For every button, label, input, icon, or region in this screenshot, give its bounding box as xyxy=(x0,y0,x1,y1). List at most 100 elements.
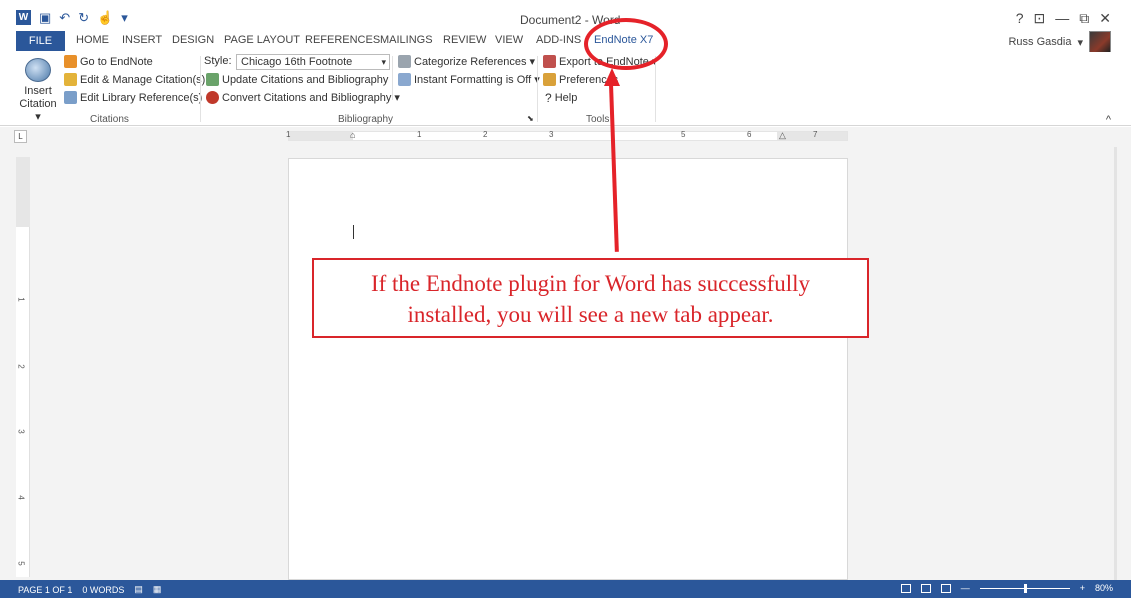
zoom-out-icon[interactable]: — xyxy=(961,583,970,593)
save-icon[interactable]: ▣ xyxy=(39,10,51,25)
group-divider xyxy=(200,56,201,122)
tab-references[interactable]: REFERENCES xyxy=(305,34,380,46)
word-count[interactable]: 0 WORDS xyxy=(82,585,124,595)
ruler-number: 6 xyxy=(747,130,752,139)
user-name[interactable]: Russ Gasdia xyxy=(1008,36,1071,48)
restore-icon[interactable]: ⧉ xyxy=(1079,10,1089,27)
group-divider xyxy=(655,56,656,122)
help-button[interactable]: ? Help xyxy=(545,91,577,105)
title-bar: W ▣ ↶ ↻ ☝ ▾ Document2 - Word ? ⊡ — ⧉ ✕ xyxy=(0,0,1131,30)
update-citations-button[interactable]: Update Citations and Bibliography xyxy=(206,73,388,86)
tab-selector-icon[interactable]: L xyxy=(14,130,27,143)
read-mode-icon[interactable] xyxy=(900,583,911,593)
convert-label: Convert Citations and Bibliography xyxy=(222,91,392,104)
ribbon-display-options-icon[interactable]: ⊡ xyxy=(1034,10,1046,27)
dialog-launcher-icon[interactable]: ⬊ xyxy=(527,114,534,123)
macro-recording-icon[interactable]: ▦ xyxy=(153,584,162,595)
web-layout-icon[interactable] xyxy=(940,583,951,593)
annotation-callout: If the Endnote plugin for Word has succe… xyxy=(312,258,869,338)
ribbon-tabs: FILE HOME INSERT DESIGN PAGE LAYOUT REFE… xyxy=(0,31,1131,53)
ruler-number: 7 xyxy=(813,130,818,139)
chevron-down-icon: ▾ xyxy=(394,92,400,104)
indent-marker-icon[interactable]: ⌂ xyxy=(350,130,355,140)
minimize-icon[interactable]: — xyxy=(1055,10,1069,27)
customize-qat-icon[interactable]: ▾ xyxy=(121,10,128,25)
edit-library-reference-button[interactable]: Edit Library Reference(s) xyxy=(64,91,202,104)
vertical-ruler[interactable]: 1 2 3 4 5 xyxy=(16,157,30,577)
proofing-icon[interactable]: ▤ xyxy=(134,584,143,595)
avatar[interactable] xyxy=(1089,31,1111,53)
insert-citation-icon xyxy=(25,58,51,82)
print-layout-icon[interactable] xyxy=(920,583,931,593)
tab-insert[interactable]: INSERT xyxy=(122,34,162,46)
right-indent-marker-icon[interactable]: △ xyxy=(779,130,786,141)
redo-icon[interactable]: ↻ xyxy=(78,10,89,25)
tab-design[interactable]: DESIGN xyxy=(172,34,214,46)
style-label: Style: xyxy=(204,55,232,67)
tab-review[interactable]: REVIEW xyxy=(443,34,486,46)
collapse-ribbon-icon[interactable]: ^ xyxy=(1106,114,1111,126)
tab-mailings[interactable]: MAILINGS xyxy=(380,34,433,46)
go-to-endnote-label: Go to EndNote xyxy=(80,55,153,68)
preferences-icon xyxy=(543,73,556,86)
endnote-ribbon: Insert Citation ▾ Go to EndNote Edit & M… xyxy=(0,52,1131,126)
help-label: Help xyxy=(554,92,578,104)
insert-citation-button[interactable]: Insert Citation ▾ xyxy=(16,58,60,124)
user-menu-caret-icon[interactable]: ▾ xyxy=(1077,36,1083,49)
tab-home[interactable]: HOME xyxy=(76,34,109,46)
citations-group-label: Citations xyxy=(90,114,129,125)
edit-manage-citations-button[interactable]: Edit & Manage Citation(s) xyxy=(64,73,205,86)
categorize-references-button[interactable]: Categorize References ▾ xyxy=(398,55,535,68)
page-count[interactable]: PAGE 1 OF 1 xyxy=(18,585,72,595)
chevron-down-icon: ▾ xyxy=(529,56,536,68)
style-dropdown-value: Chicago 16th Footnote xyxy=(241,56,353,68)
vruler-number: 3 xyxy=(16,429,26,434)
ruler-number: 1 xyxy=(286,130,291,139)
group-divider xyxy=(392,56,393,100)
zoom-slider-thumb[interactable] xyxy=(1023,583,1027,593)
insert-citation-label-2: Citation xyxy=(19,98,57,110)
chevron-down-icon: ▾ xyxy=(35,111,41,123)
go-to-endnote-button[interactable]: Go to EndNote xyxy=(64,55,153,68)
zoom-slider[interactable] xyxy=(979,583,1070,593)
horizontal-ruler[interactable]: 1 1 2 3 5 6 7 ⌂ △ xyxy=(286,130,848,141)
document-page[interactable] xyxy=(288,158,848,580)
update-label: Update Citations and Bibliography xyxy=(222,73,389,86)
vruler-number: 1 xyxy=(16,297,26,302)
zoom-in-icon[interactable]: + xyxy=(1080,583,1085,593)
vertical-scrollbar[interactable] xyxy=(1114,147,1117,580)
ruler-number: 5 xyxy=(681,130,686,139)
style-dropdown[interactable]: Chicago 16th Footnote ▾ xyxy=(236,54,390,70)
undo-icon[interactable]: ↶ xyxy=(59,10,70,25)
group-divider xyxy=(537,56,538,122)
tab-file[interactable]: FILE xyxy=(16,31,65,51)
help-icon[interactable]: ? xyxy=(1016,10,1024,27)
callout-line-1: If the Endnote plugin for Word has succe… xyxy=(370,271,811,296)
convert-icon xyxy=(206,91,219,104)
left-margin-shade xyxy=(289,132,353,140)
vruler-number: 5 xyxy=(16,561,26,566)
vruler-number: 4 xyxy=(16,495,26,500)
edit-manage-label: Edit & Manage Citation(s) xyxy=(80,73,206,86)
touch-mode-icon[interactable]: ☝ xyxy=(97,10,113,25)
tab-add-ins[interactable]: ADD-INS xyxy=(536,34,581,46)
text-cursor xyxy=(353,225,354,239)
tab-page-layout[interactable]: PAGE LAYOUT xyxy=(224,34,300,46)
right-margin-shade xyxy=(777,132,847,140)
close-icon[interactable]: ✕ xyxy=(1099,10,1111,27)
user-account[interactable]: Russ Gasdia ▾ xyxy=(1008,31,1111,53)
top-margin-shade xyxy=(16,157,30,227)
annotation-circle xyxy=(584,18,668,70)
instant-formatting-button[interactable]: Instant Formatting is Off ▾ xyxy=(398,73,540,86)
ruler-number: 2 xyxy=(483,130,488,139)
zoom-level[interactable]: 80% xyxy=(1095,583,1113,593)
tab-view[interactable]: VIEW xyxy=(495,34,523,46)
ruler-number: 3 xyxy=(549,130,554,139)
instant-formatting-icon xyxy=(398,73,411,86)
callout-line-2: installed, you will see a new tab appear… xyxy=(407,302,774,327)
convert-citations-button[interactable]: Convert Citations and Bibliography ▾ xyxy=(206,91,400,104)
question-mark-icon: ? xyxy=(545,91,552,105)
tools-group-label: Tools xyxy=(586,114,610,125)
status-bar: PAGE 1 OF 1 0 WORDS ▤ ▦ — + 80% xyxy=(0,580,1131,598)
endnote-logo-icon xyxy=(64,55,77,68)
